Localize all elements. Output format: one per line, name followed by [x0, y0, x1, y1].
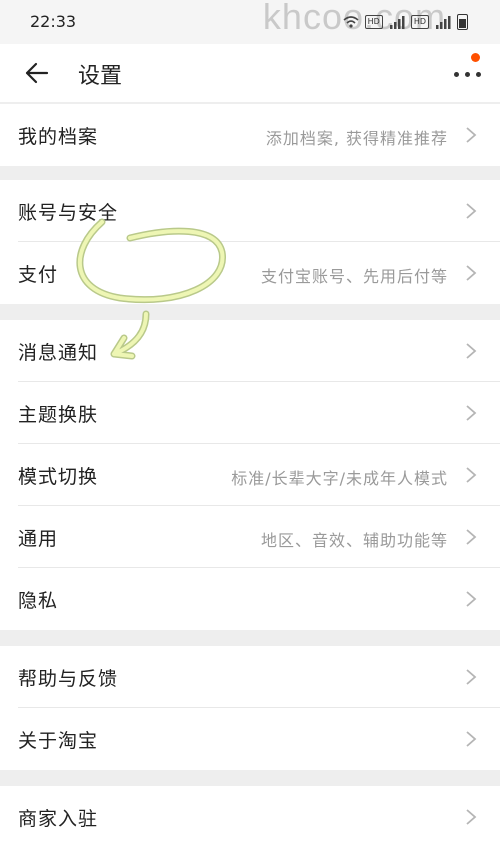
page-title: 设置 [78, 64, 123, 89]
row-desc: 地区、音效、辅助功能等 [260, 531, 448, 550]
row-privacy[interactable]: 隐私 [0, 568, 500, 630]
row-general[interactable]: 通用 地区、音效、辅助功能等 [0, 506, 500, 568]
more-button[interactable] [450, 53, 486, 88]
row-desc: 添加档案, 获得精准推荐 [265, 129, 448, 148]
row-label: 模式切换 [18, 466, 99, 488]
battery-icon [457, 14, 468, 30]
row-about[interactable]: 关于淘宝 [0, 708, 500, 770]
chevron-right-icon [466, 265, 477, 281]
wifi-icon [343, 16, 359, 28]
row-notifications[interactable]: 消息通知 [0, 320, 500, 382]
row-label: 商家入驻 [18, 808, 99, 830]
chevron-right-icon [466, 343, 477, 359]
chevron-right-icon [466, 809, 477, 825]
chevron-right-icon [466, 467, 477, 483]
more-dot [465, 72, 470, 77]
row-label: 帮助与反馈 [18, 668, 119, 690]
row-payment[interactable]: 支付 支付宝账号、先用后付等 [0, 242, 500, 304]
row-label: 支付 [18, 264, 59, 286]
row-label: 主题换肤 [18, 404, 99, 426]
signal-icon-2 [436, 16, 451, 29]
more-dot [476, 72, 481, 77]
signal-icon [389, 16, 405, 29]
row-label: 关于淘宝 [18, 730, 99, 752]
chevron-right-icon [466, 203, 477, 219]
status-bar: 22:33 khcoo.com HD HD [0, 0, 500, 44]
row-desc: 标准/长辈大字/未成年人模式 [231, 469, 448, 488]
more-dots-icon [454, 72, 459, 77]
row-label: 通用 [18, 528, 59, 550]
status-icons: HD HD [343, 14, 468, 30]
row-label: 消息通知 [18, 342, 99, 364]
back-button[interactable] [20, 56, 54, 90]
row-label: 账号与安全 [18, 202, 119, 224]
chevron-right-icon [466, 529, 477, 545]
hd-badge-2: HD [410, 15, 429, 29]
row-desc: 支付宝账号、先用后付等 [260, 267, 448, 286]
row-label: 隐私 [18, 590, 59, 612]
chevron-right-icon [466, 127, 477, 143]
row-merchant[interactable]: 商家入驻 [0, 786, 500, 848]
chevron-right-icon [466, 405, 477, 421]
row-label: 我的档案 [18, 126, 99, 148]
chevron-right-icon [466, 669, 477, 685]
arrow-left-icon [25, 62, 49, 84]
status-time: 22:33 [30, 12, 77, 31]
chevron-right-icon [466, 591, 477, 607]
notification-badge [471, 53, 480, 62]
chevron-right-icon [466, 731, 477, 747]
row-profile[interactable]: 我的档案 添加档案, 获得精准推荐 [0, 104, 500, 166]
row-account-security[interactable]: 账号与安全 [0, 180, 500, 242]
row-help-feedback[interactable]: 帮助与反馈 [0, 646, 500, 708]
row-theme[interactable]: 主题换肤 [0, 382, 500, 444]
header-bar: 设置 [0, 44, 500, 102]
row-mode-switch[interactable]: 模式切换 标准/长辈大字/未成年人模式 [0, 444, 500, 506]
hd-badge: HD [364, 15, 383, 29]
